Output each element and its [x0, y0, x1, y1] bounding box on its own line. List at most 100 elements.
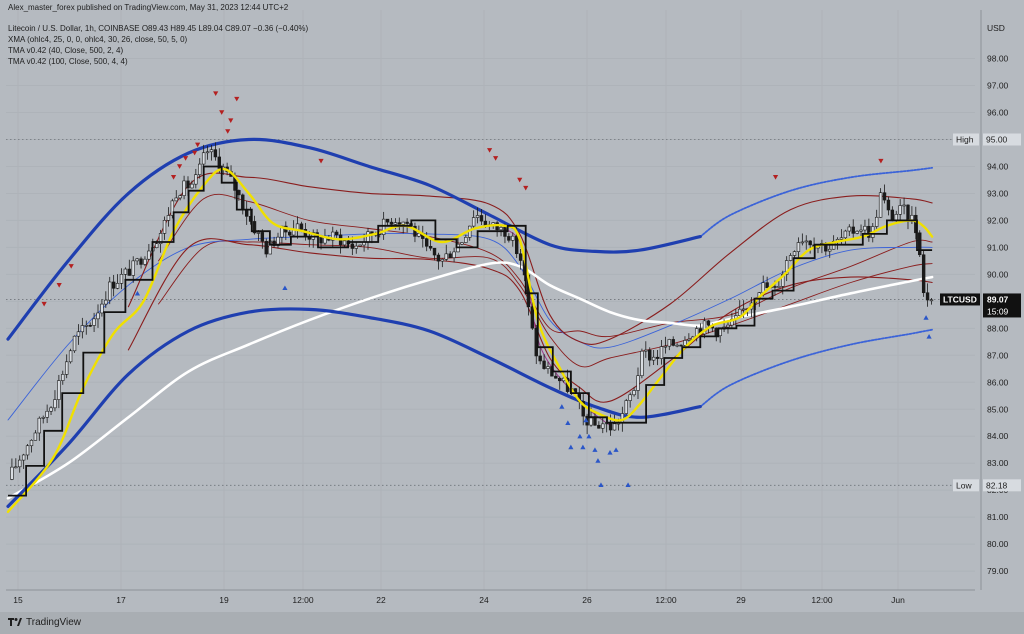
candle-body	[201, 152, 206, 165]
candle-body	[683, 340, 687, 346]
candle-body	[241, 194, 245, 211]
candle-body	[726, 324, 730, 328]
candle-body	[464, 237, 468, 243]
low-value-text: 82.18	[986, 480, 1008, 490]
price-tick-label: 79.00	[987, 566, 1009, 576]
time-tick-label: 19	[219, 595, 229, 605]
candle-body	[929, 299, 934, 302]
candle-body	[393, 222, 398, 225]
candle-body	[906, 204, 910, 221]
candle-body	[859, 229, 863, 232]
candle-body	[178, 195, 182, 199]
candle-body	[33, 432, 38, 441]
candle-body	[162, 220, 167, 234]
candle-body	[334, 231, 339, 236]
publisher-line: Alex_master_forex published on TradingVi…	[8, 3, 289, 12]
candle-body	[741, 308, 746, 311]
time-tick-label: 24	[479, 595, 489, 605]
time-tick-label: 12:00	[655, 595, 677, 605]
candle-body	[436, 254, 441, 262]
candle-body	[401, 221, 405, 225]
candle-body	[444, 253, 448, 260]
candle-body	[628, 394, 632, 401]
candle-body	[108, 281, 112, 301]
candle-body	[127, 268, 132, 276]
tradingview-logo-icon[interactable]	[8, 617, 22, 627]
price-tick-label: 85.00	[987, 404, 1009, 414]
candle-body	[264, 241, 268, 255]
candle-body	[886, 199, 891, 211]
indicator-xma: XMA (ohlc4, 25, 0, 0, ohlc4, 30, 26, clo…	[8, 35, 188, 44]
candle-body	[166, 215, 171, 221]
candle-body	[714, 327, 718, 337]
candle-body	[100, 303, 104, 314]
candle-body	[88, 325, 92, 327]
candle-body	[538, 355, 542, 362]
price-chart[interactable]: USD79.0080.0081.0082.0083.0084.0085.0086…	[0, 0, 1024, 634]
candle-body	[882, 192, 887, 201]
candle-body	[546, 366, 550, 369]
candle-body	[918, 232, 922, 256]
candle-body	[295, 223, 300, 230]
tradingview-brand[interactable]: TradingView	[26, 617, 81, 628]
candle-body	[354, 245, 358, 249]
candle-body	[460, 242, 464, 245]
candle-body	[68, 350, 73, 363]
candle-body	[428, 245, 433, 249]
candle-body	[41, 417, 45, 419]
candle-body	[828, 248, 832, 252]
candle-body	[299, 223, 304, 230]
time-tick-label: 12:00	[811, 595, 833, 605]
candle-body	[342, 240, 347, 246]
price-tick-label: 98.00	[987, 54, 1009, 64]
candle-body	[499, 227, 503, 231]
candle-body	[29, 439, 34, 447]
candle-body	[479, 215, 484, 222]
candle-body	[198, 163, 202, 176]
candle-body	[194, 174, 198, 185]
candle-body	[49, 407, 53, 412]
price-tick-label: 88.00	[987, 323, 1009, 333]
candle-body	[84, 325, 88, 327]
candle-body	[135, 258, 139, 262]
candle-body	[773, 286, 777, 288]
candle-body	[925, 292, 930, 301]
candle-body	[440, 259, 445, 262]
plot-area	[6, 10, 975, 590]
time-tick-label: 29	[736, 595, 746, 605]
candle-body	[237, 190, 241, 196]
symbol-line: Litecoin / U.S. Dollar, 1h, COINBASE O89…	[8, 24, 309, 33]
candle-body	[878, 192, 883, 218]
candle-body	[921, 254, 926, 294]
candle-body	[143, 258, 147, 265]
price-tick-label: 96.00	[987, 108, 1009, 118]
candle-body	[679, 344, 683, 347]
time-tick-label: 22	[376, 595, 386, 605]
candle-body	[186, 180, 190, 189]
price-tick-label: 81.00	[987, 512, 1009, 522]
time-tick-label: 26	[582, 595, 592, 605]
time-tick-label: 15	[13, 595, 23, 605]
candle-body	[839, 237, 844, 240]
candle-body	[256, 232, 261, 234]
last-price-text: 89.07	[987, 294, 1009, 304]
candle-body	[644, 349, 648, 352]
currency-label: USD	[987, 23, 1005, 33]
candle-body	[847, 226, 851, 232]
candle-body	[851, 226, 855, 234]
candle-body	[80, 325, 85, 333]
candle-body	[651, 356, 656, 361]
candle-body	[706, 320, 711, 326]
candle-body	[123, 268, 128, 275]
candle-body	[475, 215, 480, 218]
candle-body	[452, 251, 456, 259]
candle-body	[518, 253, 523, 261]
candle-body	[76, 331, 81, 337]
candle-body	[18, 459, 22, 468]
price-tick-label: 92.00	[987, 215, 1009, 225]
candle-body	[209, 149, 214, 153]
candle-body	[119, 274, 124, 284]
candle-body	[45, 410, 49, 418]
candle-body	[511, 235, 515, 241]
candle-body	[64, 361, 69, 375]
